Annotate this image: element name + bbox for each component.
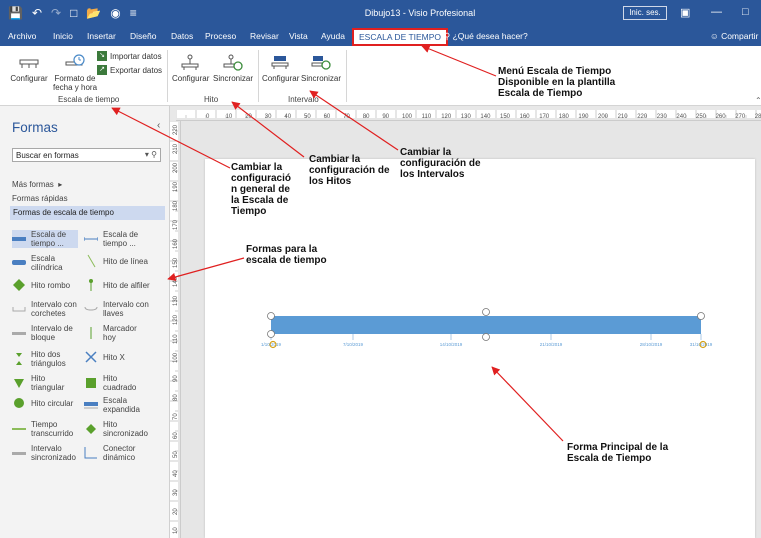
arrow-to-shapes	[167, 257, 245, 282]
arrow-to-tab	[421, 44, 497, 77]
arrow-to-milestone-group	[231, 101, 305, 158]
arrow-to-interval-group	[309, 90, 399, 151]
arrow-to-timescale-group	[111, 107, 231, 169]
arrow-to-timeline	[491, 366, 564, 442]
annotation-arrows	[111, 44, 564, 442]
